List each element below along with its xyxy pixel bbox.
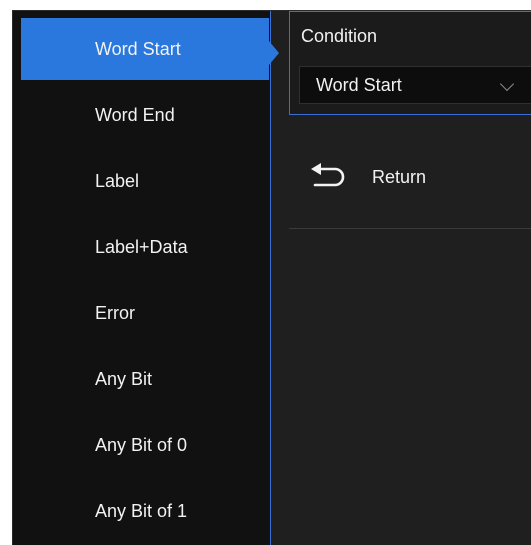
option-label-data[interactable]: Label+Data <box>21 216 269 278</box>
trigger-condition-menu: Word Start Word End Label Label+Data Err… <box>12 10 531 545</box>
return-button[interactable]: Return <box>289 141 531 229</box>
option-label-text: Any Bit of 0 <box>95 434 188 455</box>
return-arrow-icon <box>311 163 345 187</box>
option-label-text: Error <box>95 302 135 323</box>
option-label-text: Any Bit <box>95 368 153 389</box>
selection-pointer <box>269 41 279 65</box>
condition-dropdown-value: Word Start <box>316 74 402 95</box>
option-label[interactable]: Label <box>21 150 269 212</box>
option-label: Word Start <box>95 38 181 59</box>
option-label-text: Any Bit of 1 <box>95 500 188 521</box>
chevron-down-icon <box>499 76 515 92</box>
condition-label: Condition <box>301 26 378 46</box>
option-any-bit-of-0[interactable]: Any Bit of 0 <box>21 414 269 476</box>
option-label: Word End <box>95 104 175 125</box>
return-label: Return <box>372 167 427 187</box>
option-error[interactable]: Error <box>21 282 269 344</box>
option-label-text: Label+Data <box>95 236 188 257</box>
option-any-bit-of-1[interactable]: Any Bit of 1 <box>21 480 269 542</box>
option-word-end[interactable]: Word End <box>21 84 269 146</box>
condition-options-list: Word Start Word End Label Label+Data Err… <box>13 11 271 545</box>
option-label-text: Label <box>95 170 140 191</box>
condition-field: Condition Word Start <box>289 11 531 115</box>
condition-panel: Condition Word Start Return <box>289 11 531 545</box>
option-any-bit[interactable]: Any Bit <box>21 348 269 410</box>
condition-dropdown[interactable]: Word Start <box>299 66 531 104</box>
option-word-start[interactable]: Word Start <box>21 18 269 80</box>
